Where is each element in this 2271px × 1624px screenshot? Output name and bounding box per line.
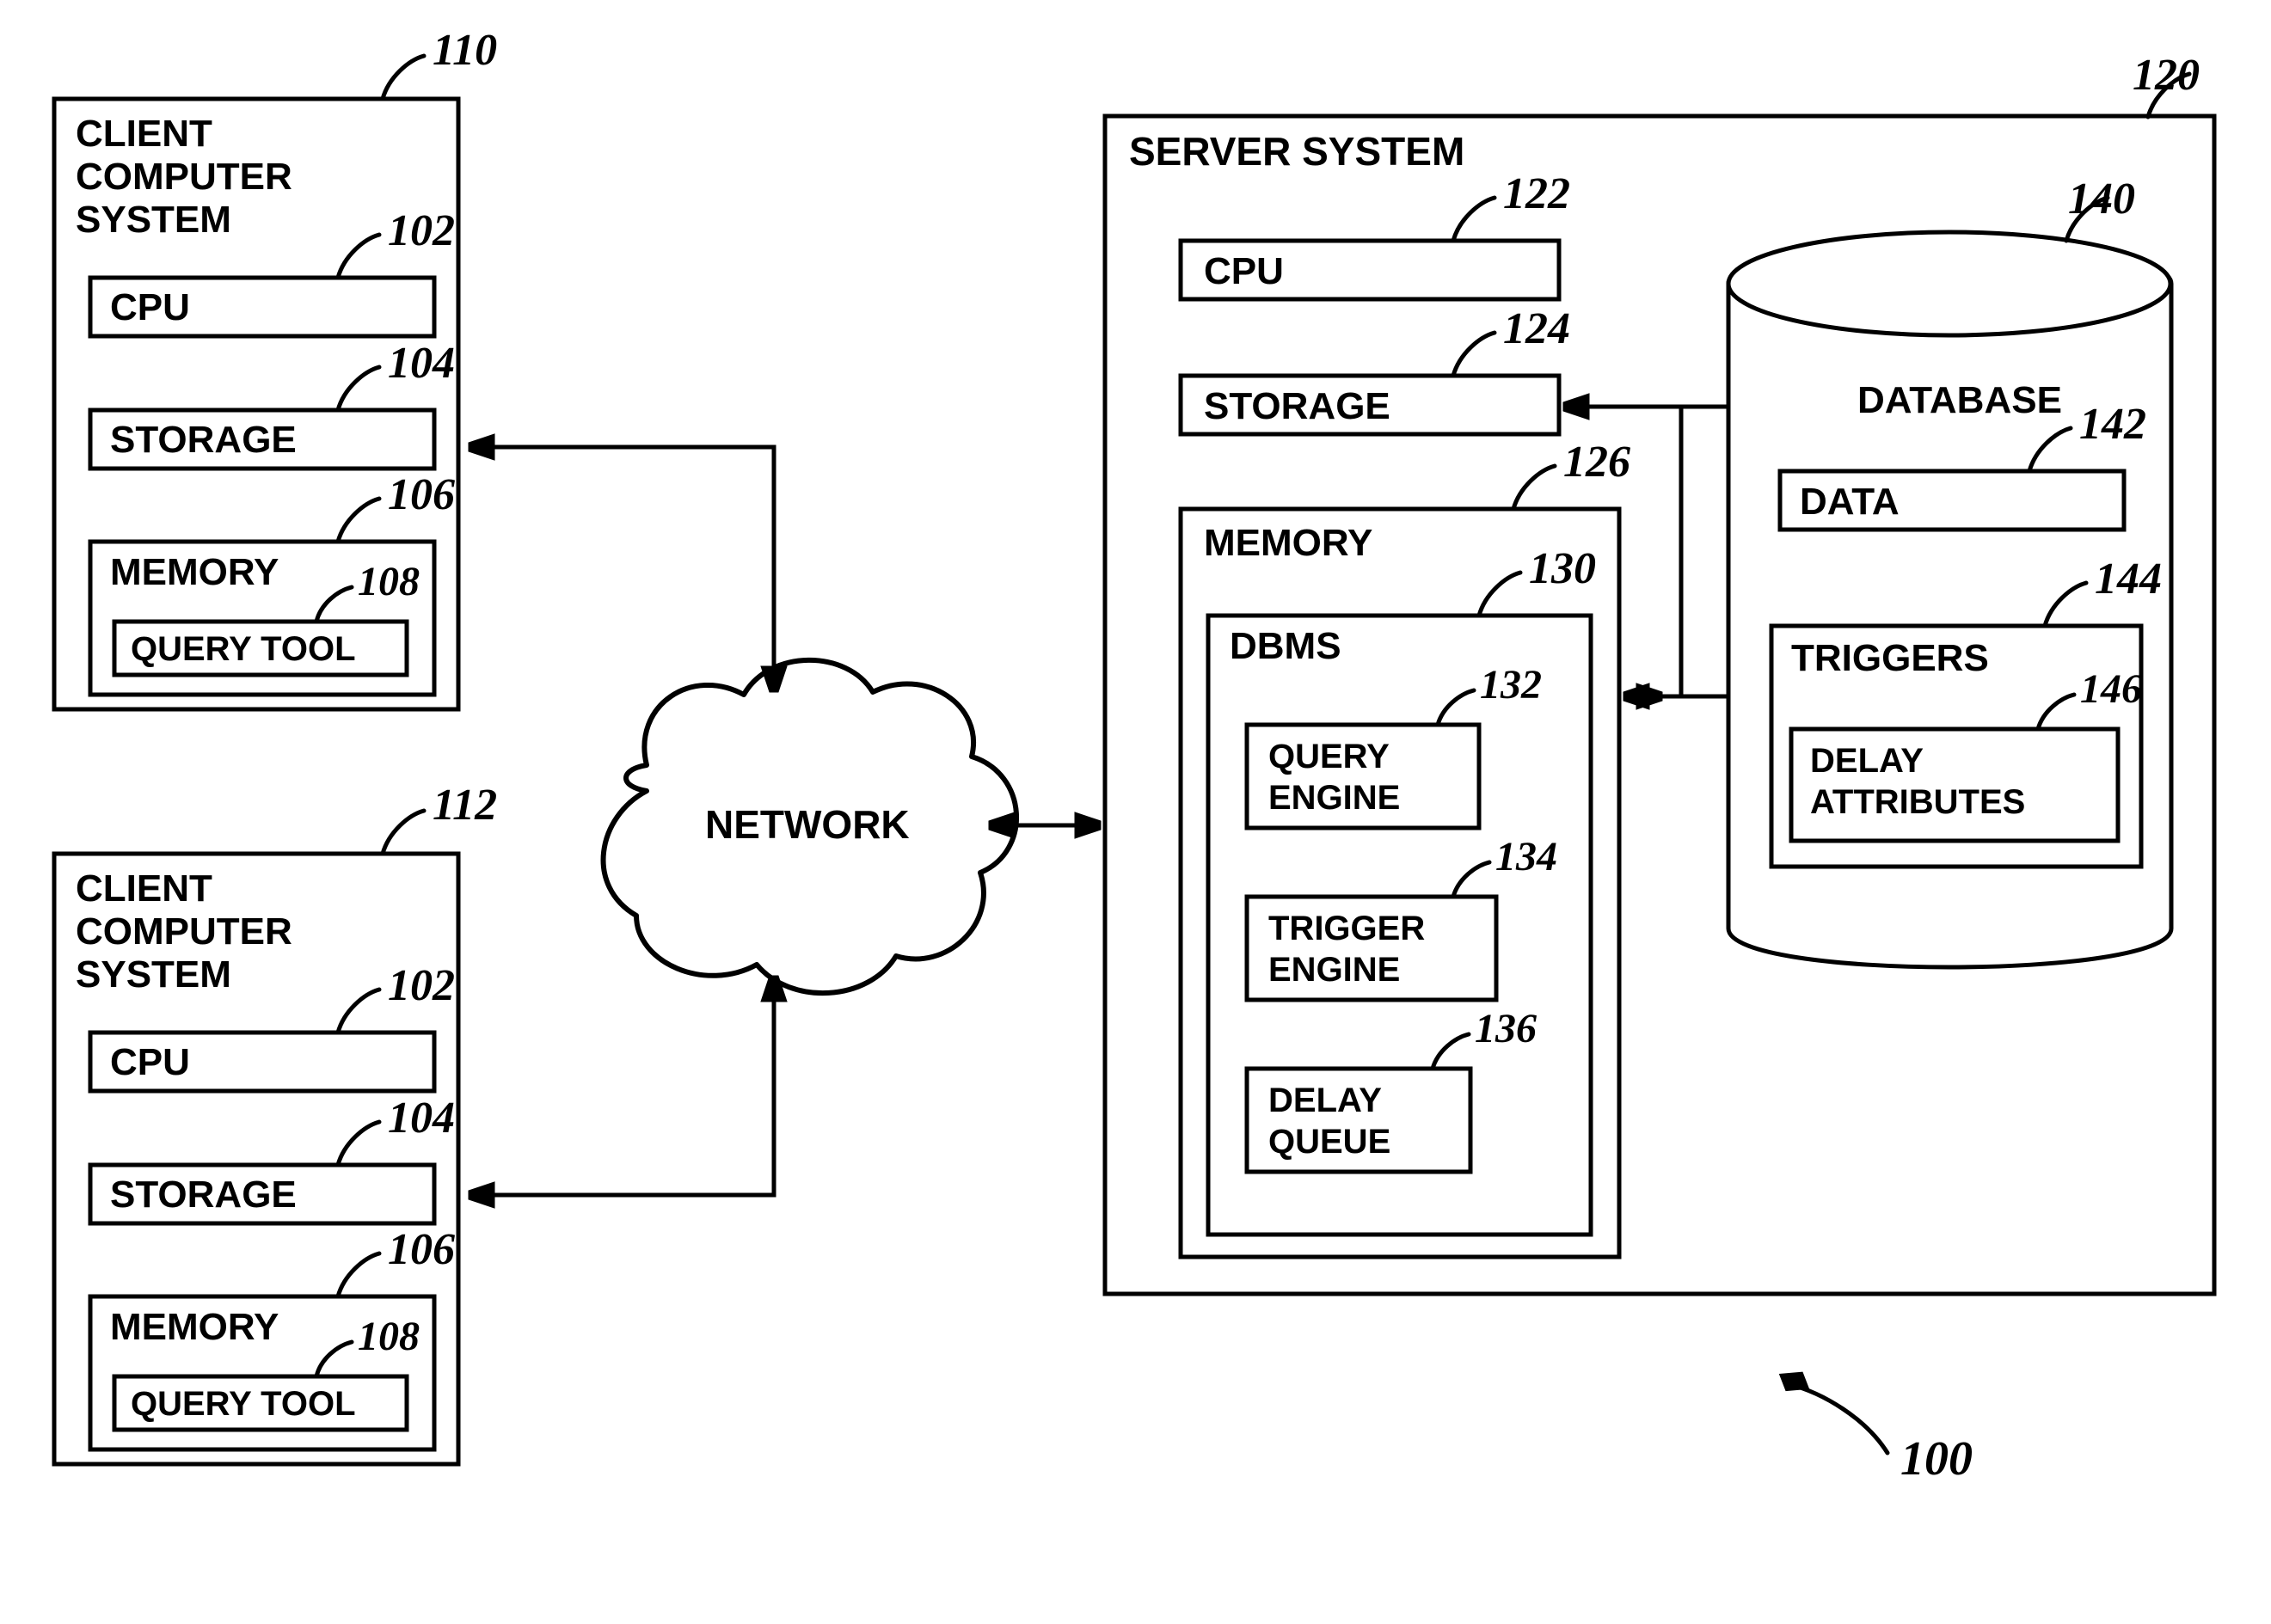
server-title: SERVER SYSTEM: [1129, 129, 1464, 174]
ref-102-c2: 102: [388, 961, 455, 1010]
client2-query-tool: QUERY TOOL: [131, 1385, 356, 1423]
ref-140: 140: [2068, 175, 2135, 224]
ref-132: 132: [1480, 662, 1542, 708]
ref-130: 130: [1529, 544, 1596, 593]
ref-108-c1: 108: [358, 559, 420, 604]
ref-102-c1: 102: [388, 206, 455, 255]
ref-104-c1: 104: [388, 339, 455, 388]
server-system: 120 SERVER SYSTEM CPU 122 STORAGE 124 ME…: [1105, 51, 2214, 1294]
ref-104-c2: 104: [388, 1094, 455, 1143]
server-cpu: CPU: [1204, 250, 1284, 292]
ref-120: 120: [2133, 51, 2200, 100]
ref-136: 136: [1475, 1006, 1537, 1051]
client1-storage: STORAGE: [110, 419, 297, 461]
ref-112: 112: [433, 781, 497, 830]
ref-124: 124: [1503, 304, 1570, 353]
ref-146: 146: [2080, 666, 2142, 712]
client2-memory: MEMORY: [110, 1306, 279, 1348]
database-cylinder: 140 DATABASE DATA 142 TRIGGERS 144 DELAY…: [1728, 175, 2171, 967]
client2-cpu: CPU: [110, 1041, 190, 1083]
server-storage: STORAGE: [1204, 385, 1390, 427]
client1-memory: MEMORY: [110, 551, 279, 593]
ref-134: 134: [1495, 834, 1557, 879]
ref-122: 122: [1503, 169, 1570, 218]
network-cloud: NETWORK: [604, 660, 1016, 993]
ref-126: 126: [1563, 438, 1630, 487]
ref-110: 110: [433, 26, 497, 75]
figure-ref: 100: [1777, 1369, 1973, 1486]
ref-106-c2: 106: [388, 1225, 455, 1274]
server-memory: MEMORY: [1204, 522, 1372, 564]
client2-storage: STORAGE: [110, 1174, 297, 1216]
database-label: DATABASE: [1857, 379, 2062, 421]
data-label: DATA: [1800, 481, 1900, 523]
client1-cpu: CPU: [110, 286, 190, 328]
ref-106-c1: 106: [388, 470, 455, 519]
triggers-label: TRIGGERS: [1791, 637, 1989, 679]
ref-108-c2: 108: [358, 1314, 420, 1359]
ref-142: 142: [2079, 400, 2146, 449]
dbms-label: DBMS: [1230, 625, 1341, 667]
ref-100: 100: [1900, 1432, 1973, 1486]
client-system-1: 110 CLIENT COMPUTER SYSTEM CPU 102 STORA…: [54, 26, 497, 709]
ref-144: 144: [2095, 555, 2162, 604]
client1-query-tool: QUERY TOOL: [131, 630, 356, 668]
network-label: NETWORK: [705, 802, 910, 847]
client-system-2: 112 CLIENT COMPUTER SYSTEM CPU 102 STORA…: [54, 781, 497, 1464]
